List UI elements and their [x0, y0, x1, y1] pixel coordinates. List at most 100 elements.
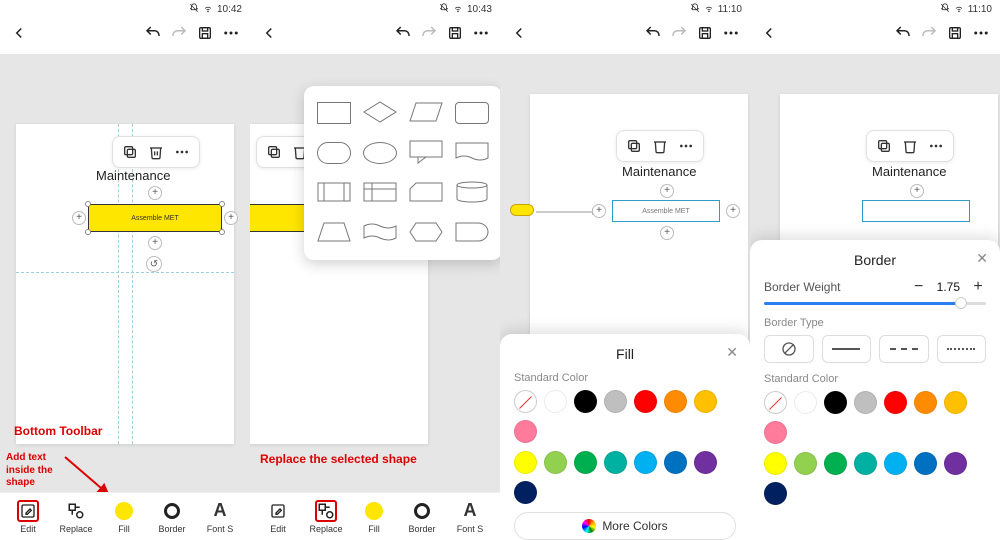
color-swatch[interactable]	[824, 452, 847, 475]
save-icon[interactable]	[696, 24, 714, 42]
copy-icon[interactable]	[119, 141, 141, 163]
color-swatch[interactable]	[634, 451, 657, 474]
shape-cylinder[interactable]	[454, 180, 490, 207]
copy-icon[interactable]	[263, 141, 285, 163]
shape-ellipse[interactable]	[363, 142, 397, 164]
copy-icon[interactable]	[873, 135, 895, 157]
color-swatch[interactable]	[574, 451, 597, 474]
add-node-bottom[interactable]: +	[148, 236, 162, 250]
weight-minus[interactable]: −	[911, 278, 927, 296]
fill-button[interactable]: Fill	[100, 500, 148, 534]
color-swatch[interactable]	[514, 481, 537, 504]
selected-shape[interactable]: Assemble MET	[612, 200, 720, 222]
redo-icon[interactable]	[170, 24, 188, 42]
more-icon[interactable]	[472, 24, 490, 42]
color-swatch[interactable]	[764, 482, 787, 505]
canvas[interactable]: Maintenance + + Assemble MET + + ✕ Fill …	[500, 54, 750, 540]
color-swatch[interactable]	[574, 390, 597, 413]
color-swatch[interactable]	[544, 390, 567, 413]
context-more-icon[interactable]	[171, 141, 193, 163]
canvas[interactable]: Maintenance + ✕ Border Border Weight − 1…	[750, 54, 1000, 540]
back-icon[interactable]	[510, 24, 528, 42]
color-swatch[interactable]	[914, 391, 937, 414]
canvas[interactable]: Replace the selected shape	[250, 54, 500, 540]
shape-rounded-rect[interactable]	[455, 102, 489, 124]
add-node-left[interactable]: +	[72, 211, 86, 225]
color-swatch[interactable]	[914, 452, 937, 475]
color-swatch[interactable]	[824, 391, 847, 414]
shape-predefined[interactable]	[316, 180, 352, 207]
selected-shape[interactable]	[862, 200, 970, 222]
context-more-icon[interactable]	[925, 135, 947, 157]
more-icon[interactable]	[972, 24, 990, 42]
border-button[interactable]: Border	[398, 500, 446, 534]
add-node-top[interactable]: +	[910, 184, 924, 198]
shape-wave[interactable]	[362, 220, 398, 247]
border-type-option[interactable]	[937, 335, 987, 363]
color-swatch[interactable]	[514, 420, 537, 443]
copy-icon[interactable]	[623, 135, 645, 157]
back-icon[interactable]	[260, 24, 278, 42]
linked-shape[interactable]	[510, 204, 534, 216]
more-icon[interactable]	[722, 24, 740, 42]
save-icon[interactable]	[946, 24, 964, 42]
fill-button[interactable]: Fill	[350, 500, 398, 534]
color-swatch[interactable]	[854, 452, 877, 475]
back-icon[interactable]	[760, 24, 778, 42]
add-node-right[interactable]: +	[726, 204, 740, 218]
delete-icon[interactable]	[899, 135, 921, 157]
color-swatch[interactable]	[944, 391, 967, 414]
shape-internal-storage[interactable]	[362, 180, 398, 207]
add-node-top[interactable]: +	[148, 186, 162, 200]
delete-icon[interactable]	[649, 135, 671, 157]
add-node-top[interactable]: +	[660, 184, 674, 198]
color-swatch[interactable]	[794, 452, 817, 475]
color-swatch[interactable]	[604, 451, 627, 474]
add-node-right[interactable]: +	[224, 211, 238, 225]
border-type-option[interactable]	[764, 335, 814, 363]
back-icon[interactable]	[10, 24, 28, 42]
shape-document[interactable]	[454, 140, 490, 167]
color-swatch[interactable]	[514, 451, 537, 474]
selected-shape[interactable]: Assemble MET	[88, 204, 222, 232]
delete-icon[interactable]	[145, 141, 167, 163]
undo-icon[interactable]	[894, 24, 912, 42]
color-swatch[interactable]	[764, 421, 787, 444]
add-node-left[interactable]: +	[592, 204, 606, 218]
border-type-option[interactable]	[879, 335, 929, 363]
color-swatch[interactable]	[764, 391, 787, 414]
color-swatch[interactable]	[764, 452, 787, 475]
color-swatch[interactable]	[884, 391, 907, 414]
font-button[interactable]: A Font S	[196, 500, 244, 534]
shape-diamond[interactable]	[362, 100, 398, 127]
redo-icon[interactable]	[420, 24, 438, 42]
shape-pill[interactable]	[317, 142, 351, 164]
shape-parallelogram[interactable]	[408, 100, 444, 127]
save-icon[interactable]	[196, 24, 214, 42]
context-more-icon[interactable]	[675, 135, 697, 157]
shape-delay[interactable]	[454, 220, 490, 247]
shape-trapezoid[interactable]	[316, 220, 352, 247]
border-type-option[interactable]	[822, 335, 872, 363]
weight-plus[interactable]: +	[970, 278, 986, 296]
replace-button[interactable]: Replace	[52, 500, 100, 534]
shape-hexagon[interactable]	[408, 220, 444, 247]
color-swatch[interactable]	[854, 391, 877, 414]
color-swatch[interactable]	[514, 390, 537, 413]
edit-button[interactable]: Edit	[254, 500, 302, 534]
more-icon[interactable]	[222, 24, 240, 42]
shape-rectangle[interactable]	[317, 102, 351, 124]
close-icon[interactable]: ✕	[726, 344, 738, 361]
color-swatch[interactable]	[604, 390, 627, 413]
undo-icon[interactable]	[144, 24, 162, 42]
replace-button[interactable]: Replace	[302, 500, 350, 534]
border-button[interactable]: Border	[148, 500, 196, 534]
add-node-bottom[interactable]: +	[660, 226, 674, 240]
font-button[interactable]: A Font S	[446, 500, 494, 534]
close-icon[interactable]: ✕	[976, 250, 988, 267]
undo-icon[interactable]	[394, 24, 412, 42]
color-swatch[interactable]	[544, 451, 567, 474]
shape-callout[interactable]	[408, 139, 444, 168]
shape-card[interactable]	[408, 180, 444, 207]
more-colors-button[interactable]: More Colors	[514, 512, 736, 540]
